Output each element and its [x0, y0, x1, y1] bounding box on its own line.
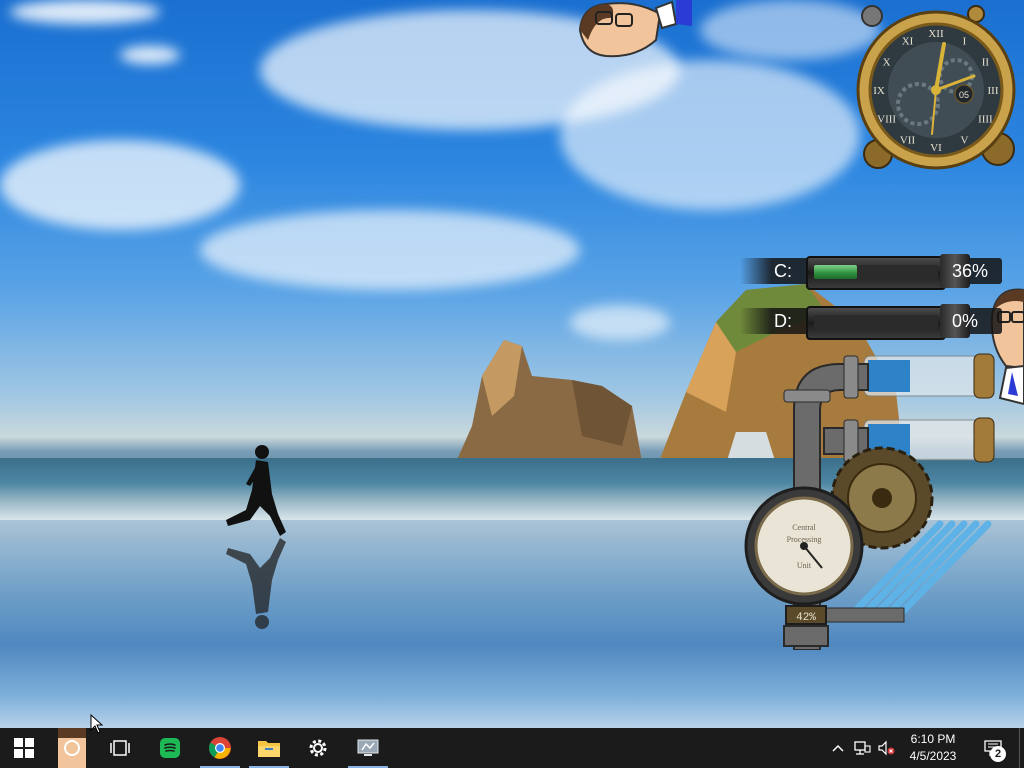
steampunk-clock-gadget[interactable]: XIIIIIIIIIIIIVVIVIIVIIIIXXXI 05 — [848, 4, 1020, 170]
clock-numeral: VII — [900, 134, 916, 146]
drive-usage-tube — [806, 306, 946, 340]
network-tray-button[interactable] — [852, 738, 872, 758]
bill-cortana-avatar-icon — [58, 728, 86, 768]
settings-taskbar-button[interactable] — [294, 728, 342, 768]
taskbar: 6:10 PM 4/5/2023 2 — [0, 728, 1024, 768]
cortana-button[interactable] — [48, 728, 96, 768]
clock-numeral: I — [963, 36, 967, 48]
drive-usage-tube — [806, 256, 946, 290]
start-button[interactable] — [0, 728, 48, 768]
drive-letter: C: — [774, 261, 792, 281]
drive-meter-c[interactable]: C: 36% — [740, 254, 1010, 290]
clock-numeral: IIII — [978, 114, 993, 126]
taskbar-date: 4/5/2023 — [909, 749, 957, 763]
drive-usage-percent: 36% — [952, 261, 989, 281]
taskbar-clock[interactable]: 6:10 PM 4/5/2023 — [898, 731, 968, 765]
cpu-gauge-percent: 42% — [796, 612, 816, 624]
drive-usage-percent: 0% — [952, 311, 979, 331]
steampunk-cpu-gauge-gadget[interactable]: Central Processing Unit 42% — [744, 350, 998, 650]
show-desktop-button[interactable] — [1019, 728, 1024, 768]
clock-numeral: VIII — [877, 114, 896, 126]
monitor-icon — [357, 739, 379, 756]
cloud — [200, 210, 580, 290]
mouse-cursor-icon — [90, 714, 104, 734]
gadget-app-taskbar-button[interactable] — [344, 728, 392, 768]
notification-count-badge: 2 — [990, 746, 1006, 762]
clock-numeral: X — [883, 57, 891, 69]
network-icon — [854, 741, 871, 755]
clock-numeral: VI — [930, 142, 942, 154]
drive-letter: D: — [774, 311, 792, 331]
drive-meter-d[interactable]: D: 0% — [740, 304, 1010, 340]
clock-seconds-readout: 05 — [959, 90, 969, 100]
cloud — [570, 305, 670, 340]
file-explorer-taskbar-button[interactable] — [245, 728, 293, 768]
taskbar-time: 6:10 PM — [910, 732, 956, 746]
cpu-gauge-label: Central — [792, 523, 816, 532]
task-view-icon — [110, 740, 130, 756]
chrome-taskbar-button[interactable] — [196, 728, 244, 768]
sea-rock-left — [456, 340, 642, 462]
cloud — [10, 0, 160, 24]
clock-numeral: XII — [928, 28, 944, 40]
clock-numeral: XI — [902, 36, 914, 48]
clock-numeral: V — [961, 134, 969, 146]
clock-numeral: IX — [873, 85, 885, 97]
task-view-button[interactable] — [96, 728, 144, 768]
bill-cartoon-head-icon[interactable] — [576, 0, 696, 60]
folder-icon — [258, 741, 280, 757]
runner-silhouette — [226, 445, 286, 629]
desktop-wallpaper[interactable]: XII I II III IIII V VI VII VIII IX X XI 05 C: 36% D… — [0, 0, 1024, 728]
chrome-icon — [209, 737, 231, 759]
chevron-up-icon — [832, 744, 844, 752]
spotify-taskbar-button[interactable] — [146, 728, 194, 768]
volume-tray-button[interactable] — [876, 738, 896, 758]
cloud — [0, 140, 240, 230]
drive-usage-fill — [814, 265, 857, 279]
clock-numeral: III — [988, 85, 999, 97]
cpu-gauge-label: Unit — [797, 561, 812, 570]
spotify-icon — [160, 738, 180, 758]
windows-logo-icon — [14, 738, 34, 758]
speaker-muted-icon — [878, 740, 895, 756]
show-hidden-icons-button[interactable] — [830, 738, 846, 758]
gear-icon — [309, 739, 327, 757]
memory-tube-fill — [868, 360, 910, 392]
cloud — [560, 60, 860, 210]
cloud — [120, 46, 180, 64]
clock-numeral: II — [982, 57, 990, 69]
